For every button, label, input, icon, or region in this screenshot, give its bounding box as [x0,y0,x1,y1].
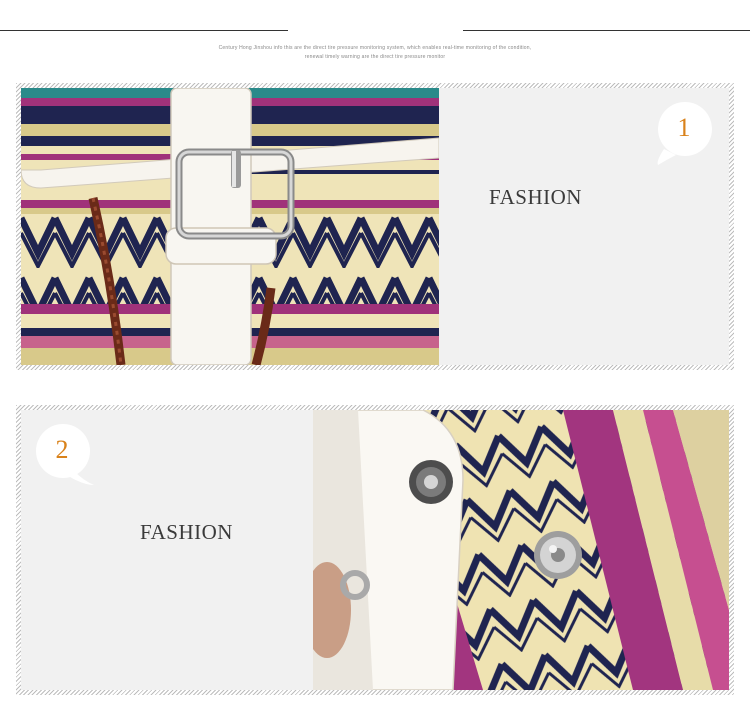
feature-panel-1: FASHION 1 [16,83,734,370]
top-rule-left [0,30,288,31]
number-bubble-1: 1 [656,101,712,165]
caption: Century Hong Jinshou info this are the d… [150,44,600,62]
top-rule-right [463,30,750,31]
product-photo-buckle [21,88,439,365]
feature-label-1: FASHION [489,185,582,209]
caption-line-1: Century Hong Jinshou info this are the d… [218,45,532,51]
number-label-2: 2 [55,435,69,464]
product-photo-snap [313,410,729,690]
number-label-1: 1 [677,113,691,142]
feature-panel-2: FASHION 2 [16,405,734,695]
feature-label-2: FASHION [140,520,233,544]
caption-line-2: renewal timely warning are the direct ti… [304,54,446,60]
number-bubble-2: 2 [34,423,94,485]
